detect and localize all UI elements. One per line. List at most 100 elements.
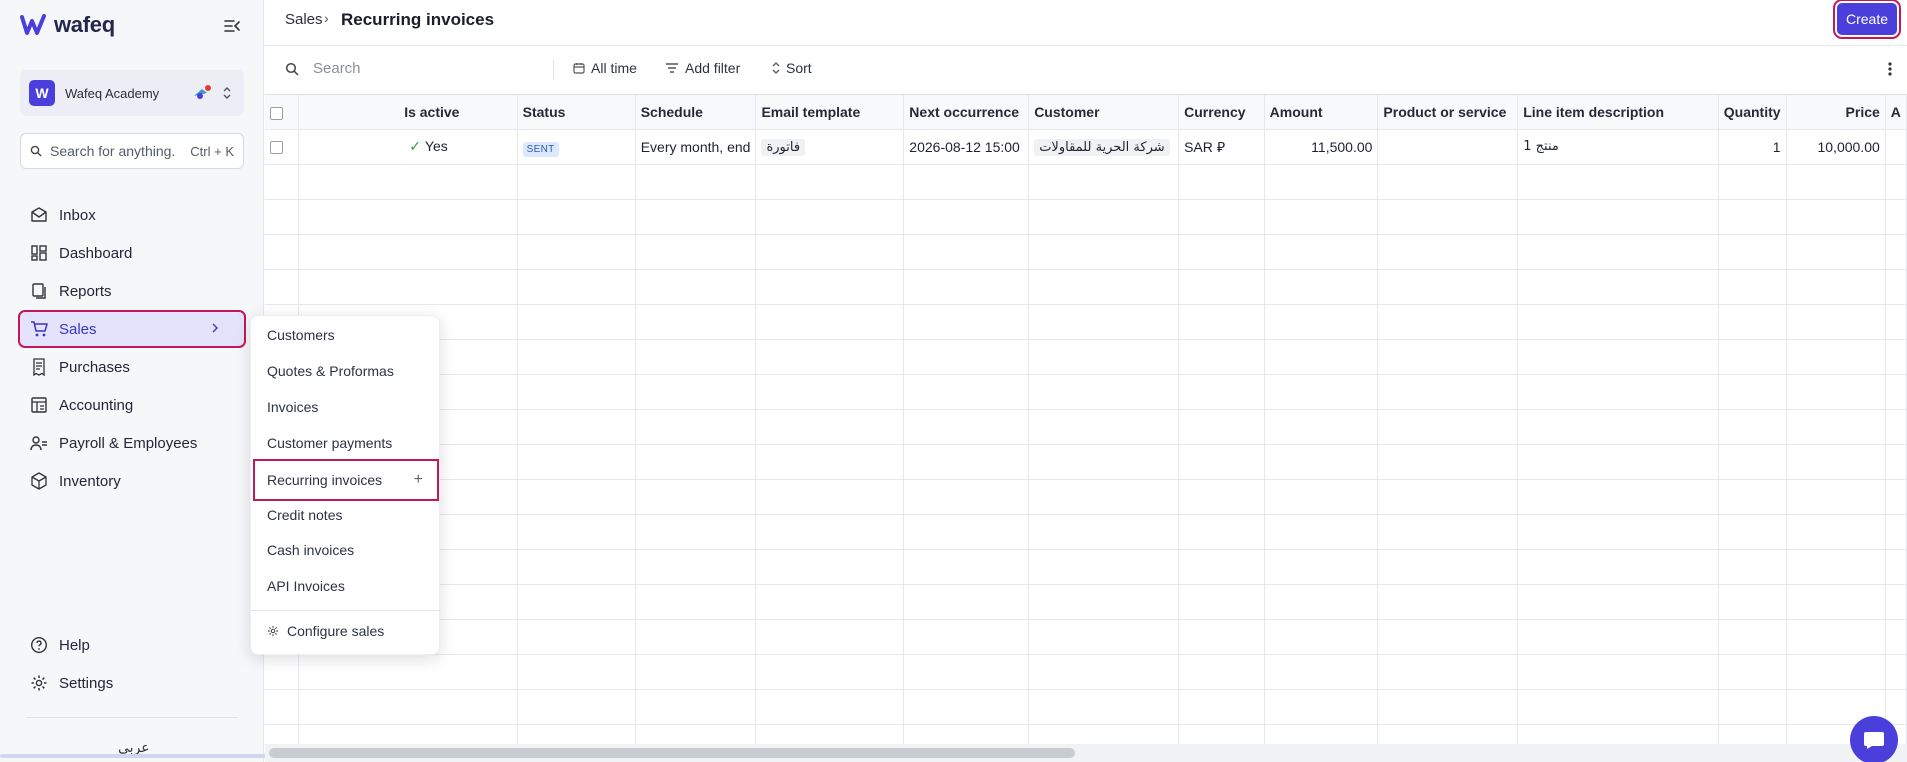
empty-cell — [1178, 689, 1265, 725]
empty-cell — [1718, 724, 1787, 744]
col-quantity[interactable]: Quantity — [1718, 95, 1787, 130]
empty-cell — [1517, 654, 1719, 690]
row-checkbox[interactable] — [270, 141, 283, 155]
nav-item-sales[interactable]: Sales — [18, 310, 246, 348]
empty-cell — [635, 199, 757, 235]
row-select-cell[interactable] — [265, 129, 300, 165]
org-name: Wafeq Academy — [65, 85, 160, 101]
nav-item-inventory[interactable]: Inventory — [20, 464, 244, 498]
empty-cell — [1377, 304, 1519, 340]
col-next-occurrence[interactable]: Next occurrence — [903, 95, 1030, 130]
add-recurring-invoice-icon[interactable]: + — [414, 471, 423, 489]
brand-logo[interactable]: wafeq — [20, 12, 115, 38]
empty-cell — [298, 164, 518, 200]
table-search-input[interactable] — [313, 60, 533, 77]
customer-chip: شركة الحرية للمقاولات — [1034, 139, 1170, 156]
table-search[interactable] — [285, 60, 533, 77]
col-customer[interactable]: Customer — [1028, 95, 1180, 130]
more-options-icon[interactable] — [1882, 59, 1898, 79]
submenu-customers[interactable]: Customers — [267, 327, 335, 343]
brand-name: wafeq — [54, 12, 115, 37]
empty-cell — [1517, 479, 1719, 515]
empty-cell — [1264, 724, 1379, 744]
empty-cell — [903, 339, 1030, 375]
empty-cell — [1885, 409, 1907, 445]
table-empty-row — [265, 164, 1907, 200]
create-button[interactable]: Create — [1833, 0, 1901, 39]
empty-cell — [1264, 374, 1379, 410]
select-all-checkbox[interactable] — [270, 106, 283, 120]
nav-item-payroll[interactable]: Payroll & Employees — [20, 426, 244, 460]
nav-item-reports[interactable]: Reports — [20, 274, 244, 308]
nav-item-label: Sales — [59, 320, 97, 338]
empty-cell — [1178, 374, 1265, 410]
submenu-credit-notes[interactable]: Credit notes — [267, 507, 342, 523]
nav-item-inbox[interactable]: Inbox — [20, 198, 244, 232]
nav-item-dashboard[interactable]: Dashboard — [20, 236, 244, 270]
col-product[interactable]: Product or service — [1377, 95, 1519, 130]
col-line-item-description[interactable]: Line item description — [1517, 95, 1719, 130]
empty-cell — [265, 654, 300, 690]
empty-cell — [1264, 409, 1379, 445]
empty-cell — [517, 689, 636, 725]
collapse-sidebar-icon[interactable] — [222, 16, 242, 36]
select-all-cell[interactable] — [265, 95, 300, 130]
col-status[interactable]: Status — [517, 95, 636, 130]
org-avatar: W — [29, 80, 55, 106]
sidebar: wafeq W Wafeq Academy Ctrl + K — [0, 0, 356, 762]
search-input[interactable] — [50, 143, 176, 159]
empty-cell — [1028, 234, 1180, 270]
configure-sales-link[interactable]: Configure sales — [267, 623, 384, 639]
nav-item-help[interactable]: Help — [20, 628, 244, 662]
submenu-quotes[interactable]: Quotes & Proformas — [267, 363, 394, 379]
col-schedule[interactable]: Schedule — [635, 95, 757, 130]
empty-cell — [903, 444, 1030, 480]
empty-cell — [265, 164, 300, 200]
chevron-updown-icon[interactable] — [221, 84, 233, 102]
nav-item-label: Payroll & Employees — [59, 434, 198, 452]
col-currency[interactable]: Currency — [1178, 95, 1265, 130]
empty-cell — [1178, 409, 1265, 445]
scrollbar-thumb[interactable] — [269, 748, 1075, 758]
date-filter-button[interactable]: All time — [573, 60, 637, 76]
col-is-active[interactable]: Is active — [298, 95, 518, 130]
empty-cell — [1028, 164, 1180, 200]
submenu-customer-payments[interactable]: Customer payments — [267, 435, 392, 451]
horizontal-scrollbar[interactable] — [265, 744, 1907, 762]
nav-item-settings[interactable]: Settings — [20, 666, 244, 700]
nav-item-accounting[interactable]: Accounting — [20, 388, 244, 422]
chat-support-button[interactable] — [1850, 716, 1898, 762]
empty-cell — [1786, 339, 1886, 375]
box-icon — [31, 472, 47, 490]
table-header-row: Is active Status Schedule Email template… — [265, 95, 1907, 130]
empty-cell — [1786, 304, 1886, 340]
toolbar-divider — [553, 60, 554, 80]
col-email-template[interactable]: Email template — [755, 95, 905, 130]
col-amount[interactable]: Amount — [1264, 95, 1379, 130]
submenu-invoices[interactable]: Invoices — [267, 399, 318, 415]
empty-cell — [903, 164, 1030, 200]
org-switcher[interactable]: W Wafeq Academy — [20, 70, 244, 116]
col-overflow[interactable]: A — [1885, 95, 1907, 130]
recurring-invoices-table: Is active Status Schedule Email template… — [265, 94, 1907, 744]
sort-button[interactable]: Sort — [772, 60, 812, 76]
empty-cell — [1028, 479, 1180, 515]
nav-item-purchases[interactable]: Purchases — [20, 350, 244, 384]
empty-cell — [1377, 724, 1519, 744]
table-row[interactable]: ✓ Yes SENT Every month, end فاتورة 2026-0… — [265, 129, 1907, 165]
breadcrumb-sales[interactable]: Sales — [285, 11, 323, 28]
global-search[interactable]: Ctrl + K — [20, 133, 244, 169]
add-filter-button[interactable]: Add filter — [665, 60, 740, 76]
col-price[interactable]: Price — [1786, 95, 1886, 130]
notification-icon[interactable] — [192, 84, 212, 102]
nav-item-label: Inventory — [59, 472, 121, 490]
empty-cell — [265, 724, 300, 744]
submenu-api-invoices[interactable]: API Invoices — [267, 578, 345, 594]
submenu-cash-invoices[interactable]: Cash invoices — [267, 542, 354, 558]
empty-cell — [635, 514, 757, 550]
submenu-recurring-invoices[interactable]: Recurring invoices + — [253, 459, 439, 501]
table-empty-row — [265, 514, 1907, 550]
empty-cell — [903, 234, 1030, 270]
currency-code: SAR — [1184, 138, 1213, 155]
empty-cell — [1885, 689, 1907, 725]
